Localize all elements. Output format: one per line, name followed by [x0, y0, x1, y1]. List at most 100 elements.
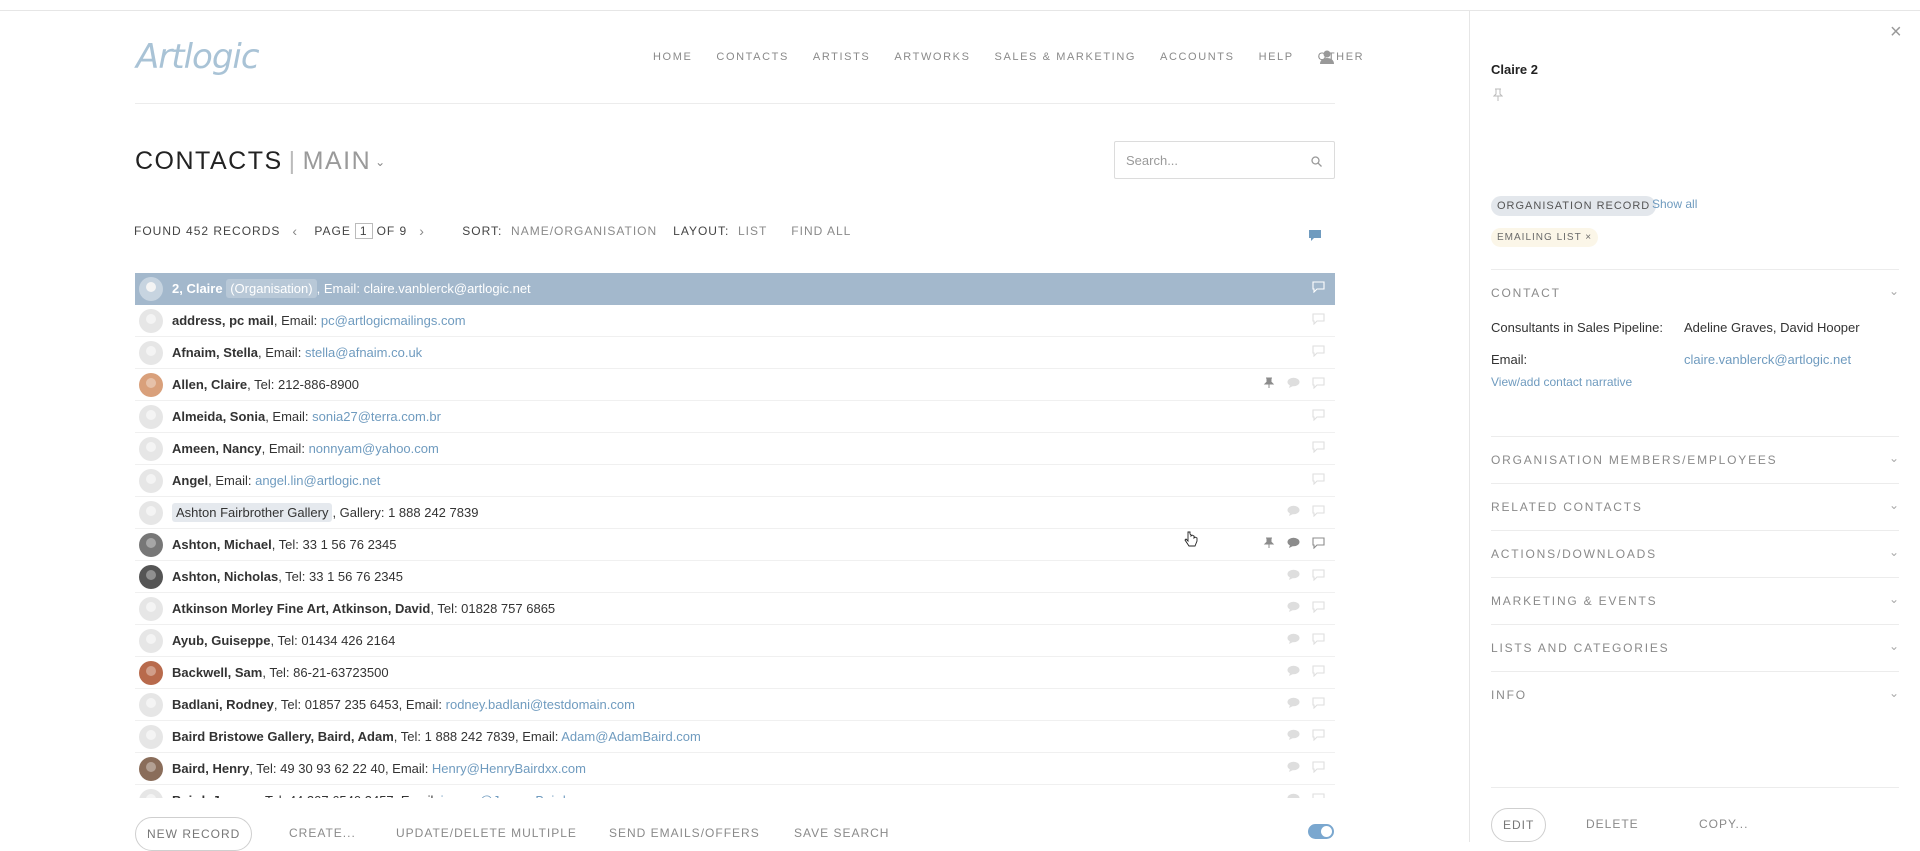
email-link[interactable]: jeremy@JeremyBaird.com [441, 793, 594, 798]
contact-name[interactable]: 2, Claire [172, 281, 223, 296]
flag-icon[interactable] [1312, 505, 1325, 517]
chat-icon[interactable] [1287, 665, 1300, 677]
pin-icon[interactable] [1492, 88, 1504, 107]
section-organisation-members[interactable]: ORGANISATION MEMBERS/EMPLOYEES ⌄ [1491, 436, 1899, 467]
chat-icon[interactable] [1287, 569, 1300, 581]
chevron-down-icon[interactable]: ⌄ [375, 155, 387, 169]
list-item[interactable]: Baird, Jeremy, Tel: 44 207 6540 3457, Em… [135, 785, 1335, 798]
flag-icon[interactable] [1312, 761, 1325, 773]
chat-icon[interactable] [1287, 601, 1300, 613]
nav-accounts[interactable]: ACCOUNTS [1160, 51, 1235, 63]
flag-icon[interactable] [1312, 409, 1325, 421]
chat-icon[interactable] [1287, 537, 1300, 549]
chevron-down-icon[interactable]: ⌄ [1889, 592, 1899, 606]
section-info[interactable]: INFO ⌄ [1491, 671, 1899, 702]
contact-name[interactable]: Atkinson Morley Fine Art, Atkinson, Davi… [172, 601, 430, 616]
chevron-down-icon[interactable]: ⌄ [1889, 545, 1899, 559]
chat-icon[interactable] [1287, 633, 1300, 645]
pin-icon[interactable] [1263, 537, 1275, 549]
contact-name[interactable]: Allen, Claire [172, 377, 247, 392]
chat-icon[interactable] [1287, 729, 1300, 741]
update-delete-multiple-button[interactable]: UPDATE/DELETE MULTIPLE [396, 826, 577, 840]
close-icon[interactable]: × [1890, 22, 1902, 42]
contact-name[interactable]: Baird, Henry [172, 761, 249, 776]
delete-button[interactable]: DELETE [1586, 817, 1639, 831]
email-link[interactable]: rodney.badlani@testdomain.com [446, 697, 635, 712]
toggle-switch[interactable] [1308, 824, 1334, 839]
list-item[interactable]: Ashton, Nicholas, Tel: 33 1 56 76 2345 [135, 561, 1335, 593]
next-page-icon[interactable]: › [419, 223, 429, 239]
search-icon[interactable] [1311, 154, 1322, 172]
prev-page-icon[interactable]: ‹ [292, 223, 302, 239]
page-number-input[interactable]: 1 [354, 223, 373, 239]
list-item[interactable]: Afnaim, Stella, Email: stella@afnaim.co.… [135, 337, 1335, 369]
contact-name[interactable]: Almeida, Sonia [172, 409, 265, 424]
flag-icon[interactable] [1312, 665, 1325, 677]
create-button[interactable]: CREATE... [289, 826, 356, 840]
contact-name[interactable]: Backwell, Sam [172, 665, 262, 680]
flag-icon[interactable] [1312, 601, 1325, 613]
nav-home[interactable]: HOME [653, 51, 692, 63]
chevron-down-icon[interactable]: ⌄ [1889, 639, 1899, 653]
flag-icon[interactable] [1312, 633, 1325, 645]
flag-icon[interactable] [1312, 793, 1325, 798]
new-record-button[interactable]: NEW RECORD [135, 817, 253, 851]
section-related-contacts[interactable]: RELATED CONTACTS ⌄ [1491, 483, 1899, 514]
chat-icon[interactable] [1287, 761, 1300, 773]
edit-button[interactable]: EDIT [1491, 808, 1547, 842]
list-item[interactable]: Backwell, Sam, Tel: 86-21-63723500 [135, 657, 1335, 689]
nav-artists[interactable]: ARTISTS [813, 51, 870, 63]
chat-icon[interactable] [1287, 793, 1300, 798]
contact-name[interactable]: Baird Bristowe Gallery, Baird, Adam [172, 729, 394, 744]
contact-name[interactable]: Angel [172, 473, 208, 488]
contact-narrative-link[interactable]: View/add contact narrative [1491, 375, 1632, 389]
chevron-down-icon[interactable]: ⌄ [1889, 451, 1899, 465]
email-link[interactable]: claire.vanblerck@artlogic.net [1684, 352, 1851, 367]
send-emails-offers-button[interactable]: SEND EMAILS/OFFERS [609, 826, 760, 840]
flag-icon[interactable] [1312, 569, 1325, 581]
contact-name[interactable]: address, pc mail [172, 313, 274, 328]
nav-help[interactable]: HELP [1259, 51, 1294, 63]
flag-icon[interactable] [1312, 697, 1325, 709]
nav-artworks[interactable]: ARTWORKS [894, 51, 970, 63]
find-all-button[interactable]: FIND ALL [791, 224, 851, 238]
list-item[interactable]: Almeida, Sonia, Email: sonia27@terra.com… [135, 401, 1335, 433]
section-marketing-events[interactable]: MARKETING & EVENTS ⌄ [1491, 577, 1899, 608]
list-item[interactable]: Angel, Email: angel.lin@artlogic.net [135, 465, 1335, 497]
flag-icon[interactable] [1312, 281, 1325, 293]
list-item[interactable]: Ashton Fairbrother Gallery, Gallery: 1 8… [135, 497, 1335, 529]
save-search-button[interactable]: SAVE SEARCH [794, 826, 889, 840]
list-item[interactable]: Ashton, Michael, Tel: 33 1 56 76 2345 [135, 529, 1335, 561]
email-link[interactable]: claire.vanblerck@artlogic.net [364, 281, 531, 296]
email-link[interactable]: Henry@HenryBairdxx.com [432, 761, 586, 776]
email-link[interactable]: pc@artlogicmailings.com [321, 313, 466, 328]
list-item[interactable]: Baird, Henry, Tel: 49 30 93 62 22 40, Em… [135, 753, 1335, 785]
chevron-down-icon[interactable]: ⌄ [1889, 284, 1899, 298]
email-link[interactable]: sonia27@terra.com.br [312, 409, 441, 424]
nav-contacts[interactable]: CONTACTS [716, 51, 788, 63]
pin-icon[interactable] [1263, 377, 1275, 389]
list-item[interactable]: Badlani, Rodney, Tel: 01857 235 6453, Em… [135, 689, 1335, 721]
list-item[interactable]: Ameen, Nancy, Email: nonnyam@yahoo.com [135, 433, 1335, 465]
contact-name[interactable]: Ashton, Michael [172, 537, 272, 552]
contact-name[interactable]: Ameen, Nancy [172, 441, 262, 456]
view-selector[interactable]: MAIN [303, 147, 372, 175]
contact-name[interactable]: Baird, Jeremy [172, 793, 258, 798]
flag-icon[interactable] [1312, 441, 1325, 453]
contact-name[interactable]: Badlani, Rodney [172, 697, 274, 712]
flag-icon[interactable] [1312, 313, 1325, 325]
artlogic-logo[interactable]: Artlogic [136, 37, 260, 77]
flag-icon[interactable] [1312, 377, 1325, 389]
chat-icon[interactable] [1287, 377, 1300, 389]
section-actions-downloads[interactable]: ACTIONS/DOWNLOADS ⌄ [1491, 530, 1899, 561]
user-icon[interactable] [1319, 49, 1335, 65]
nav-sales-marketing[interactable]: SALES & MARKETING [995, 51, 1137, 63]
search-input[interactable] [1115, 142, 1295, 178]
chevron-down-icon[interactable]: ⌄ [1889, 498, 1899, 512]
chat-icon[interactable] [1287, 505, 1300, 517]
flag-filter-icon[interactable] [1308, 229, 1322, 248]
email-link[interactable]: angel.lin@artlogic.net [255, 473, 380, 488]
layout-selector[interactable]: LIST [738, 224, 767, 238]
show-all-link[interactable]: Show all [1652, 197, 1697, 211]
email-link[interactable]: Adam@AdamBaird.com [561, 729, 701, 744]
